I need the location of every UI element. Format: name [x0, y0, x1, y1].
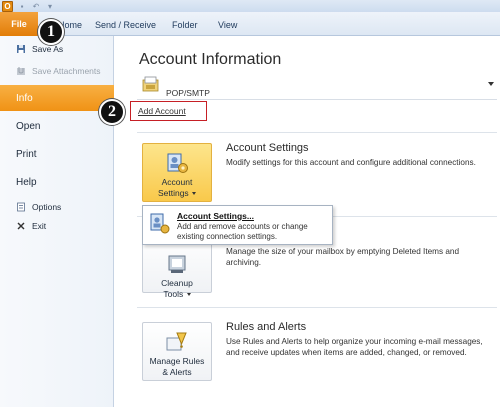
- caret-down-icon: [192, 192, 197, 196]
- save-icon[interactable]: ▪: [17, 2, 27, 11]
- manage-rules-button-line2: & Alerts: [162, 367, 192, 377]
- account-settings-description: Modify settings for this account and con…: [226, 158, 476, 167]
- tab-file[interactable]: File: [0, 12, 38, 36]
- nav-print[interactable]: Print: [0, 141, 114, 167]
- nav-save-attachments-label: Save Attachments: [32, 66, 101, 76]
- manage-rules-button-line1: Manage Rules: [149, 356, 205, 366]
- ribbon-tabs: Home Send / Receive Folder View: [0, 12, 500, 36]
- page-title: Account Information: [139, 51, 282, 68]
- account-settings-button-line2-wrap: Settings: [143, 188, 211, 199]
- exit-icon: [16, 221, 26, 231]
- tab-send-receive[interactable]: Send / Receive: [95, 16, 156, 34]
- account-type-icon: [142, 76, 159, 92]
- menu-item-title: Account Settings...: [177, 211, 254, 221]
- nav-open[interactable]: Open: [0, 113, 114, 139]
- account-settings-menu-icon: [150, 213, 170, 234]
- account-selector[interactable]: POP/SMTP: [137, 74, 497, 100]
- backstage-nav: Save As Save Attachments Info Open Print…: [0, 36, 114, 407]
- title-bar: [0, 0, 500, 12]
- quick-access-toolbar: O ▪ ↶ ▾: [0, 0, 55, 12]
- nav-help-label: Help: [16, 176, 37, 188]
- callout-step-2: 2: [99, 99, 125, 125]
- nav-options-label: Options: [32, 202, 62, 212]
- account-settings-menu: Account Settings... Add and remove accou…: [142, 205, 333, 245]
- account-settings-icon: [167, 153, 188, 173]
- nav-info-label: Info: [16, 92, 33, 104]
- account-settings-button-line2: Settings: [157, 188, 189, 198]
- undo-icon[interactable]: ↶: [31, 2, 41, 11]
- account-settings-title: Account Settings: [226, 142, 309, 154]
- menu-item-description: Add and remove accounts or change existi…: [177, 222, 308, 241]
- cleanup-button-line2: Tools: [163, 289, 184, 299]
- customize-toolbar-icon[interactable]: ▾: [45, 2, 55, 11]
- save-as-icon: [16, 44, 26, 54]
- nav-info[interactable]: Info: [0, 85, 114, 111]
- nav-print-label: Print: [16, 148, 37, 160]
- cleanup-tools-icon: [168, 255, 186, 273]
- divider: [137, 307, 497, 308]
- tab-view[interactable]: View: [218, 16, 237, 34]
- outlook-app-icon[interactable]: O: [2, 0, 13, 12]
- nav-exit-label: Exit: [32, 221, 47, 231]
- tab-folder[interactable]: Folder: [172, 16, 198, 34]
- callout-step-1: 1: [38, 19, 64, 45]
- account-type-label: POP/SMTP: [166, 88, 210, 98]
- nav-help[interactable]: Help: [0, 169, 114, 195]
- rules-alerts-description: Use Rules and Alerts to help organize yo…: [226, 337, 483, 357]
- divider: [137, 132, 497, 133]
- cleanup-button-line2-wrap: Tools: [143, 289, 211, 300]
- options-icon: [16, 202, 26, 212]
- rules-alerts-icon: [166, 332, 187, 351]
- nav-open-label: Open: [16, 120, 41, 132]
- add-account-link[interactable]: Add Account: [130, 101, 207, 121]
- manage-rules-button[interactable]: Manage Rules & Alerts: [142, 322, 212, 381]
- rules-alerts-title: Rules and Alerts: [226, 321, 307, 333]
- menu-item-account-settings[interactable]: Account Settings... Add and remove accou…: [145, 208, 330, 242]
- save-attachments-icon: [16, 66, 26, 76]
- cleanup-button-line1: Cleanup: [161, 278, 193, 288]
- nav-save-as-label: Save As: [32, 44, 64, 54]
- cleanup-description: Manage the size of your mailbox by empty…: [226, 247, 460, 267]
- nav-save-attachments: Save Attachments: [0, 62, 114, 80]
- chevron-down-icon[interactable]: [488, 82, 494, 86]
- account-settings-button-line1: Account: [161, 177, 193, 187]
- caret-down-icon: [186, 293, 191, 297]
- nav-exit[interactable]: Exit: [0, 217, 114, 235]
- nav-options[interactable]: Options: [0, 198, 114, 216]
- account-settings-button[interactable]: Account Settings: [142, 143, 212, 202]
